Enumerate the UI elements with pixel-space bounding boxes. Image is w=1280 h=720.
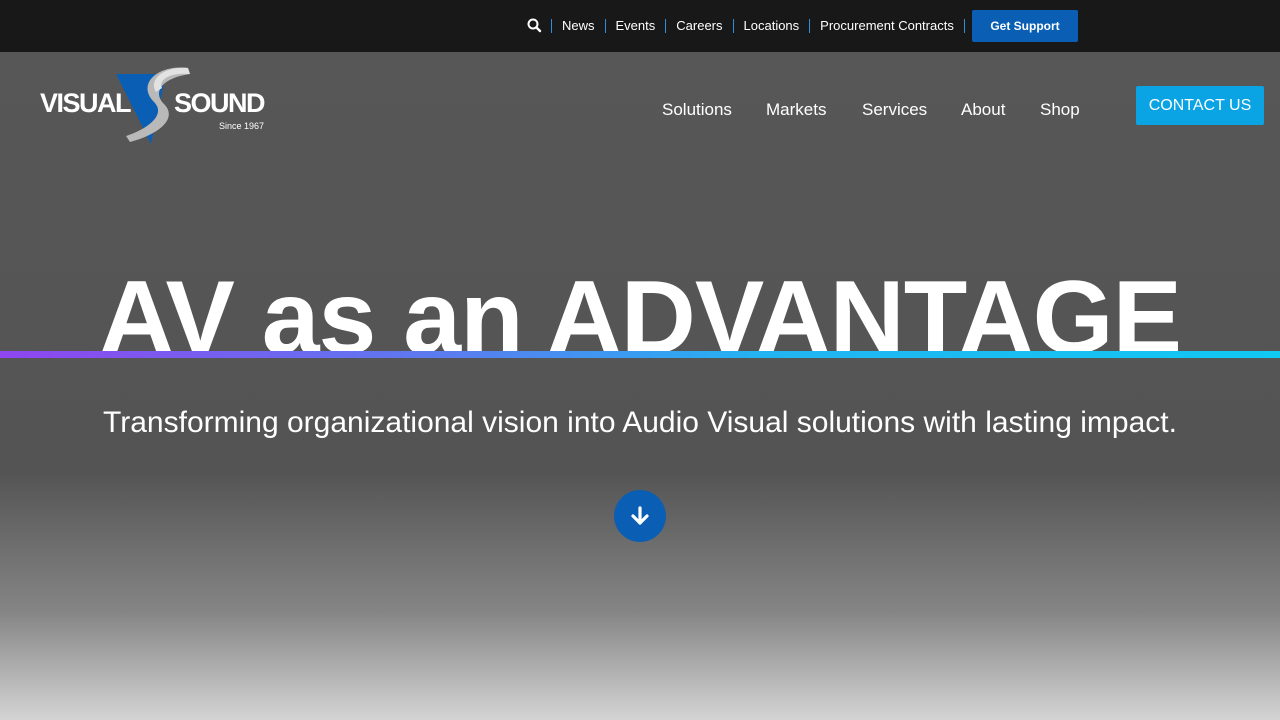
hero-subtitle: Transforming organizational vision into … bbox=[103, 406, 1177, 439]
contact-us-button[interactable]: CONTACT US bbox=[1136, 86, 1264, 125]
utility-link-procurement-contracts[interactable]: Procurement Contracts bbox=[809, 19, 965, 33]
get-support-button[interactable]: Get Support bbox=[972, 10, 1078, 42]
hero-section bbox=[0, 52, 1280, 720]
logo-brand-right: SOUND bbox=[174, 88, 266, 118]
logo-since: Since 1967 bbox=[219, 121, 265, 131]
utility-link-news[interactable]: News bbox=[551, 19, 605, 33]
utility-bar: News Events Careers Locations Procuremen… bbox=[0, 0, 1280, 52]
nav-item-services[interactable]: Services bbox=[862, 100, 927, 120]
utility-link-locations[interactable]: Locations bbox=[732, 19, 810, 33]
utility-link-events[interactable]: Events bbox=[604, 19, 666, 33]
logo-brand-left: VISUAL bbox=[40, 88, 132, 118]
nav-item-solutions[interactable]: Solutions bbox=[662, 100, 732, 120]
visual-sound-logo[interactable]: VISUAL SOUND Since 1967 bbox=[38, 62, 270, 148]
arrow-down-icon bbox=[631, 506, 649, 525]
scroll-down-button[interactable] bbox=[614, 490, 666, 542]
utility-link-careers[interactable]: Careers bbox=[665, 19, 732, 33]
nav-item-about[interactable]: About bbox=[961, 100, 1005, 120]
utility-links: News Events Careers Locations Procuremen… bbox=[551, 0, 965, 52]
gradient-divider bbox=[0, 351, 1280, 358]
nav-item-markets[interactable]: Markets bbox=[766, 100, 826, 120]
nav-item-shop[interactable]: Shop bbox=[1040, 100, 1080, 120]
search-icon[interactable] bbox=[526, 17, 543, 34]
